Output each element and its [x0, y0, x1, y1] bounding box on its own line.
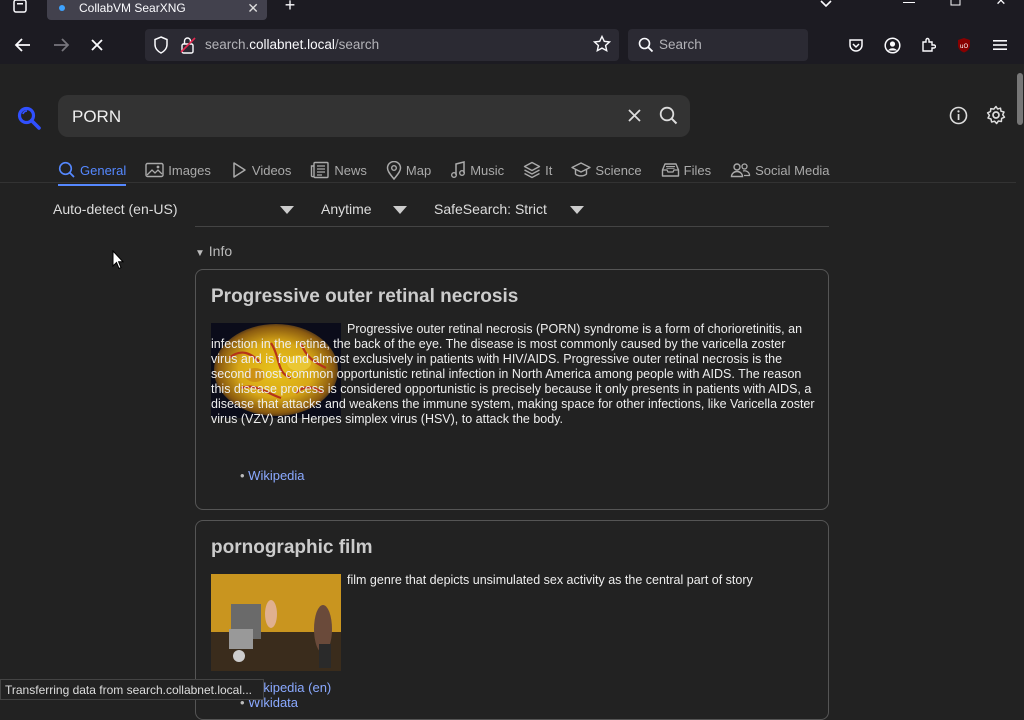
- infobox-title: pornographic film: [211, 537, 373, 558]
- search-query-box[interactable]: PORN: [58, 95, 690, 137]
- graduation-cap-icon: [571, 162, 592, 177]
- layers-icon: [523, 161, 541, 179]
- infobox-title: Progressive outer retinal necrosis: [211, 286, 519, 307]
- close-tab-icon[interactable]: ✕: [247, 0, 259, 17]
- tab-files[interactable]: Files: [661, 157, 711, 183]
- url-domain: collabnet.local: [249, 37, 335, 52]
- ublock-icon[interactable]: uO: [954, 35, 974, 55]
- tab-label: News: [334, 162, 367, 178]
- tab-bar: CollabVM SearXNG ✕ + ✕: [0, 0, 1024, 22]
- page-content: PORN General Images Videos News Map Musi…: [0, 65, 1016, 720]
- mouse-cursor-icon: [112, 249, 125, 275]
- tab-label: Social Media: [755, 162, 830, 178]
- tab-label: It: [545, 162, 553, 178]
- search-submit-icon[interactable]: [659, 106, 678, 130]
- extensions-icon[interactable]: [918, 35, 938, 55]
- safesearch-select[interactable]: SafeSearch: Strict: [434, 201, 547, 217]
- safesearch-chevron-down-icon[interactable]: [570, 206, 584, 214]
- archive-icon: [661, 163, 679, 177]
- tab-general[interactable]: General: [58, 157, 127, 186]
- infobox-description: film genre that depicts unsimulated sex …: [347, 573, 753, 587]
- tab-label: Videos: [251, 162, 292, 178]
- infobox-image[interactable]: [211, 574, 341, 671]
- close-window-icon[interactable]: ✕: [992, 0, 1010, 8]
- url-text[interactable]: search.collabnet.local/search: [205, 37, 379, 52]
- language-chevron-down-icon[interactable]: [280, 206, 294, 214]
- search-placeholder: Search: [659, 37, 702, 52]
- search-icon: [58, 161, 75, 178]
- back-icon[interactable]: [12, 35, 34, 55]
- tab-label: Images: [168, 162, 211, 178]
- tab-title: CollabVM SearXNG: [79, 1, 186, 15]
- preferences-gear-icon[interactable]: [986, 105, 1006, 125]
- nav-bar: search.collabnet.local/search Search uO: [0, 25, 1024, 65]
- tab-label: Music: [470, 162, 505, 178]
- minimize-icon[interactable]: [900, 0, 918, 10]
- infobox-description: Progressive outer retinal necrosis (PORN…: [211, 322, 815, 426]
- filters-divider: [195, 226, 829, 227]
- insecure-lock-icon[interactable]: [180, 36, 196, 59]
- stop-loading-icon[interactable]: [86, 35, 108, 55]
- infobox-links: Wikipedia: [240, 468, 304, 483]
- new-tab-icon[interactable]: +: [280, 0, 300, 15]
- menu-icon[interactable]: [990, 35, 1010, 55]
- tab-label: General: [80, 162, 127, 178]
- browser-toolbar: CollabVM SearXNG ✕ + ✕ search.collabnet.…: [0, 0, 1024, 64]
- list-all-tabs-icon[interactable]: [816, 0, 836, 12]
- page-scrollbar[interactable]: [1016, 65, 1024, 700]
- status-bar: Transferring data from search.collabnet.…: [0, 679, 264, 700]
- category-tabs: General Images Videos News Map Music It: [58, 157, 849, 186]
- info-icon[interactable]: [948, 105, 968, 125]
- scrollbar-thumb[interactable]: [1017, 73, 1023, 125]
- newspaper-icon: [311, 161, 330, 179]
- users-icon: [730, 163, 751, 178]
- search-icon: [638, 37, 654, 58]
- tab-music[interactable]: Music: [450, 157, 504, 183]
- image-icon: [145, 162, 164, 178]
- maximize-icon[interactable]: [946, 0, 964, 8]
- tab-map[interactable]: Map: [386, 157, 431, 183]
- searxng-logo-icon[interactable]: [16, 105, 42, 136]
- tab-label: Map: [405, 162, 432, 178]
- search-query-input[interactable]: PORN: [72, 107, 121, 127]
- tab-science[interactable]: Science: [571, 157, 642, 183]
- url-bar[interactable]: search.collabnet.local/search: [145, 29, 619, 61]
- wikipedia-link[interactable]: Wikipedia: [240, 468, 304, 483]
- play-icon: [233, 162, 246, 178]
- tab-social-media[interactable]: Social Media: [730, 157, 830, 183]
- infobox: pornographic film film genre that depict…: [195, 520, 829, 720]
- tab-it[interactable]: It: [523, 157, 552, 183]
- tab-label: Files: [683, 162, 712, 178]
- info-toggle[interactable]: ▼ Info: [195, 243, 232, 259]
- tab-images[interactable]: Images: [145, 157, 211, 183]
- infobox: Progressive outer retinal necrosis Progr…: [195, 269, 829, 510]
- clear-query-icon[interactable]: [627, 108, 642, 128]
- time-range-select[interactable]: Anytime: [321, 201, 372, 217]
- map-pin-icon: [386, 160, 402, 180]
- url-prefix: search.: [205, 37, 250, 52]
- tab-list-icon[interactable]: [10, 0, 30, 14]
- svg-text:uO: uO: [960, 43, 969, 50]
- active-tab[interactable]: CollabVM SearXNG ✕: [47, 0, 267, 20]
- music-icon: [451, 161, 466, 178]
- tab-news[interactable]: News: [310, 157, 367, 183]
- time-chevron-down-icon[interactable]: [393, 206, 407, 214]
- shield-icon[interactable]: [153, 36, 169, 59]
- account-icon[interactable]: [882, 35, 902, 55]
- tab-favicon: [59, 5, 65, 11]
- browser-search-bar[interactable]: Search: [628, 29, 808, 61]
- language-select[interactable]: Auto-detect (en-US): [53, 201, 178, 217]
- bookmark-star-icon[interactable]: [592, 34, 612, 58]
- forward-icon[interactable]: [50, 35, 72, 55]
- url-path: /search: [334, 37, 380, 52]
- category-separator: [0, 182, 1016, 183]
- info-label: Info: [208, 243, 233, 259]
- tab-label: Science: [595, 162, 642, 178]
- disclosure-triangle-icon: ▼: [195, 248, 205, 259]
- tab-videos[interactable]: Videos: [230, 157, 292, 183]
- pocket-icon[interactable]: [846, 35, 866, 55]
